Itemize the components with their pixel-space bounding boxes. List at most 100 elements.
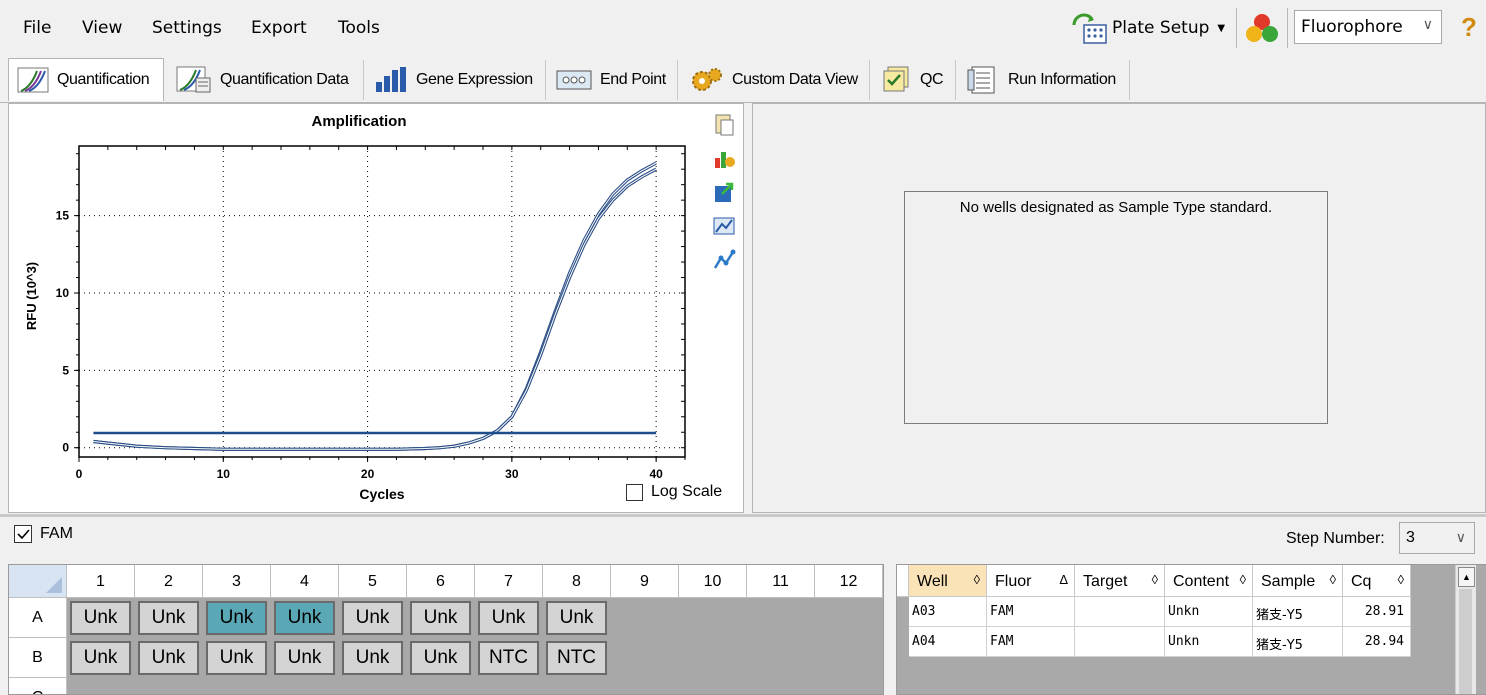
copy-icon[interactable]: [712, 112, 736, 136]
table-cell[interactable]: A03: [909, 597, 987, 627]
sort-icon: ◊: [1329, 572, 1336, 587]
table-scrollbar[interactable]: ▲: [1455, 565, 1476, 694]
fluorophore-select-value: Fluorophore: [1301, 17, 1403, 37]
tab-quantification[interactable]: Quantification: [8, 58, 164, 101]
table-cell[interactable]: [1075, 597, 1165, 627]
plate-column-header[interactable]: 3: [203, 565, 271, 598]
plate-well[interactable]: Unk: [478, 601, 539, 635]
plate-column-header[interactable]: 5: [339, 565, 407, 598]
menu-file[interactable]: File: [23, 18, 51, 38]
plate-column-header[interactable]: 11: [747, 565, 815, 598]
plate-well[interactable]: Unk: [546, 601, 607, 635]
plate-row-header[interactable]: C: [9, 678, 67, 694]
chevron-down-icon: ∨: [1422, 17, 1433, 33]
plate-well[interactable]: Unk: [70, 641, 131, 675]
column-header-label: Well: [917, 573, 948, 590]
tab-run-information[interactable]: Run Information: [958, 60, 1130, 100]
tab-label: Gene Expression: [416, 71, 533, 88]
plate-column-header[interactable]: 7: [475, 565, 543, 598]
zoom-chart-icon[interactable]: [712, 214, 736, 238]
table-cell[interactable]: FAM: [987, 597, 1075, 627]
select-all-icon: [46, 577, 62, 593]
plate-column-header[interactable]: 6: [407, 565, 475, 598]
menu-view[interactable]: View: [82, 18, 122, 38]
plate-well[interactable]: Unk: [138, 641, 199, 675]
plate-well[interactable]: NTC: [478, 641, 539, 675]
table-cell[interactable]: 猪支-Y5: [1253, 627, 1343, 657]
plate-well[interactable]: NTC: [546, 641, 607, 675]
table-cell[interactable]: [1075, 627, 1165, 657]
color-balls-icon[interactable]: [1244, 12, 1280, 46]
plate-well[interactable]: Unk: [274, 601, 335, 635]
chevron-down-icon: ∨: [1455, 529, 1466, 545]
plate-well[interactable]: Unk: [274, 641, 335, 675]
column-header-sample[interactable]: Sample ◊: [1253, 565, 1343, 597]
trend-line-icon[interactable]: [712, 248, 736, 272]
plate-column-header[interactable]: 12: [815, 565, 883, 598]
plate-column-header[interactable]: 4: [271, 565, 339, 598]
standard-curve-message-box: No wells designated as Sample Type stand…: [904, 191, 1328, 424]
sort-icon: ◊: [1151, 572, 1158, 587]
column-header-content[interactable]: Content ◊: [1165, 565, 1253, 597]
table-cell[interactable]: A04: [909, 627, 987, 657]
fam-label: FAM: [40, 525, 73, 542]
y-tick-label: 10: [56, 286, 70, 300]
plate-column-header[interactable]: 9: [611, 565, 679, 598]
checkmark-icon: [17, 529, 30, 540]
table-cell[interactable]: Unkn: [1165, 627, 1253, 657]
plate-row-header[interactable]: A: [9, 598, 67, 638]
step-number-select[interactable]: 3 ∨: [1399, 522, 1475, 554]
fam-checkbox[interactable]: FAM: [14, 525, 73, 543]
column-header-fluor[interactable]: Fluor Δ: [987, 565, 1075, 597]
plate-well[interactable]: Unk: [206, 601, 267, 635]
menu-settings[interactable]: Settings: [152, 18, 222, 38]
column-header-label: Sample: [1261, 573, 1316, 590]
table-cell[interactable]: 猪支-Y5: [1253, 597, 1343, 627]
plate-corner[interactable]: [9, 565, 67, 598]
no-standard-message: No wells designated as Sample Type stand…: [959, 199, 1273, 216]
well-results-table: Well ◊ Fluor Δ Target ◊ Content ◊ Sample ◊ Cq ◊ A03…: [896, 564, 1486, 695]
tab-end-point[interactable]: End Point: [548, 60, 678, 100]
plate-well[interactable]: Unk: [410, 601, 471, 635]
column-header-label: Target: [1083, 573, 1128, 590]
tab-quantification-data[interactable]: Quantification Data: [168, 60, 364, 100]
export-icon[interactable]: [712, 180, 736, 204]
tab-custom-data-view[interactable]: Custom Data View: [680, 60, 870, 100]
plate-well[interactable]: Unk: [410, 641, 471, 675]
scrollbar-thumb[interactable]: [1459, 589, 1472, 694]
panel-splitter[interactable]: [0, 514, 1486, 517]
log-scale-checkbox[interactable]: Log Scale: [626, 483, 722, 501]
table-cell[interactable]: FAM: [987, 627, 1075, 657]
menu-export[interactable]: Export: [251, 18, 307, 38]
plate-well[interactable]: Unk: [342, 601, 403, 635]
plate-setup-button[interactable]: Plate Setup ▼: [1068, 10, 1225, 46]
x-tick-label: 0: [76, 467, 83, 481]
plate-row-header[interactable]: B: [9, 638, 67, 678]
scroll-up-icon[interactable]: ▲: [1458, 567, 1475, 587]
plate-well[interactable]: Unk: [342, 641, 403, 675]
chart-settings-icon[interactable]: [712, 146, 736, 170]
plate-well[interactable]: Unk: [138, 601, 199, 635]
column-header-cq[interactable]: Cq ◊: [1343, 565, 1411, 597]
table-cell[interactable]: 28.94: [1343, 627, 1411, 657]
help-icon[interactable]: ?: [1461, 12, 1477, 43]
column-header-well[interactable]: Well ◊: [909, 565, 987, 597]
column-header-target[interactable]: Target ◊: [1075, 565, 1165, 597]
plate-column-header[interactable]: 10: [679, 565, 747, 598]
table-cell[interactable]: Unkn: [1165, 597, 1253, 627]
tab-label: Custom Data View: [732, 71, 858, 88]
plate-well[interactable]: Unk: [70, 601, 131, 635]
fluorophore-select[interactable]: Fluorophore ∨: [1294, 10, 1442, 44]
plate-column-header[interactable]: 1: [67, 565, 135, 598]
gears-icon: [692, 68, 722, 91]
tab-gene-expression[interactable]: Gene Expression: [366, 60, 546, 100]
x-axis-label: Cycles: [359, 486, 404, 502]
plate-column-header[interactable]: 8: [543, 565, 611, 598]
plate-column-header[interactable]: 2: [135, 565, 203, 598]
plate-well[interactable]: Unk: [206, 641, 267, 675]
table-cell[interactable]: 28.91: [1343, 597, 1411, 627]
step-number-value: 3: [1406, 529, 1415, 546]
toolbar-separator: [1236, 8, 1237, 48]
tab-qc[interactable]: QC: [872, 60, 956, 100]
menu-tools[interactable]: Tools: [338, 18, 380, 38]
